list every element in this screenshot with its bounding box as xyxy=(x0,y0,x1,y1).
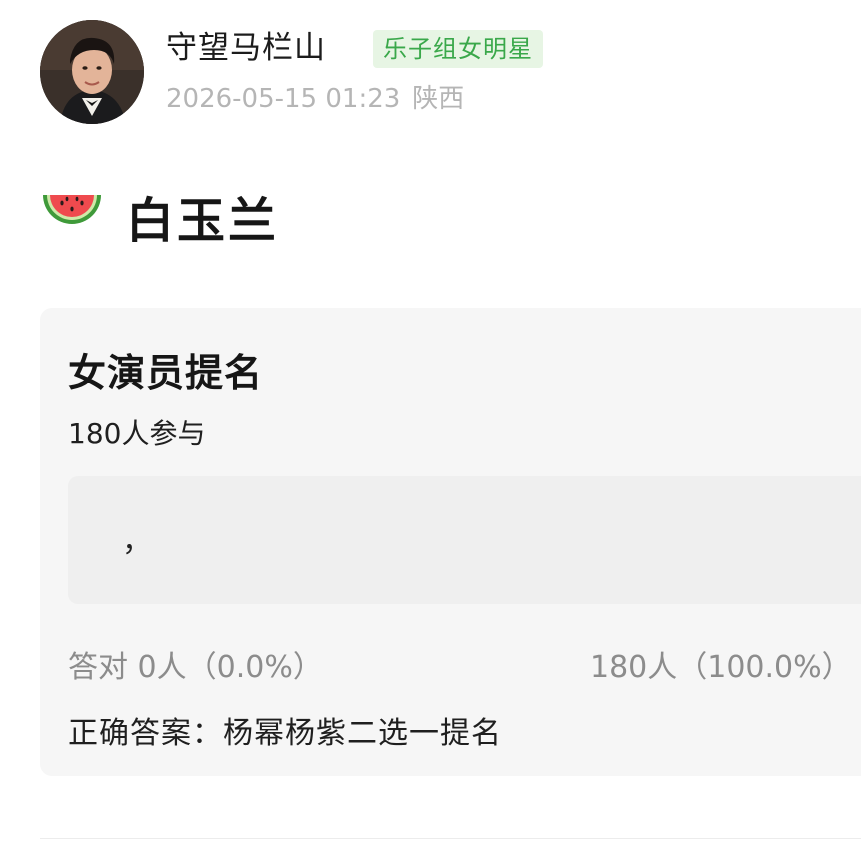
quiz-option[interactable]: ， xyxy=(68,476,861,604)
quiz-card: 女演员提名 180人参与 ， 答对 0人（0.0%） 180人（100.0%） … xyxy=(40,308,861,776)
author-name[interactable]: 守望马栏山 xyxy=(166,26,326,70)
post-timestamp: 2026-05-15 01:23 xyxy=(166,84,401,114)
watermelon-icon xyxy=(43,195,101,224)
quiz-title: 女演员提名 xyxy=(68,351,264,395)
avatar-image xyxy=(40,20,144,124)
post-title: 白玉兰 xyxy=(126,193,280,249)
quiz-option-text: ， xyxy=(122,524,152,559)
post-location: 陕西 xyxy=(412,84,465,114)
post-page: 守望马栏山 乐子组女明星 2026-05-15 01:23 陕西 白玉兰 女演员提… xyxy=(0,0,861,861)
option-stat: 180人（100.0%） xyxy=(590,650,852,685)
post-title-row: 白玉兰 xyxy=(40,186,279,249)
post-meta: 2026-05-15 01:23 陕西 xyxy=(166,80,464,118)
correct-stat: 答对 0人（0.0%） xyxy=(68,650,323,685)
avatar[interactable] xyxy=(40,20,144,124)
quiz-participants: 180人参与 xyxy=(68,417,206,450)
author-badge[interactable]: 乐子组女明星 xyxy=(373,30,543,68)
correct-answer: 正确答案：杨幂杨紫二选一提名 xyxy=(68,716,502,751)
divider xyxy=(40,838,861,839)
